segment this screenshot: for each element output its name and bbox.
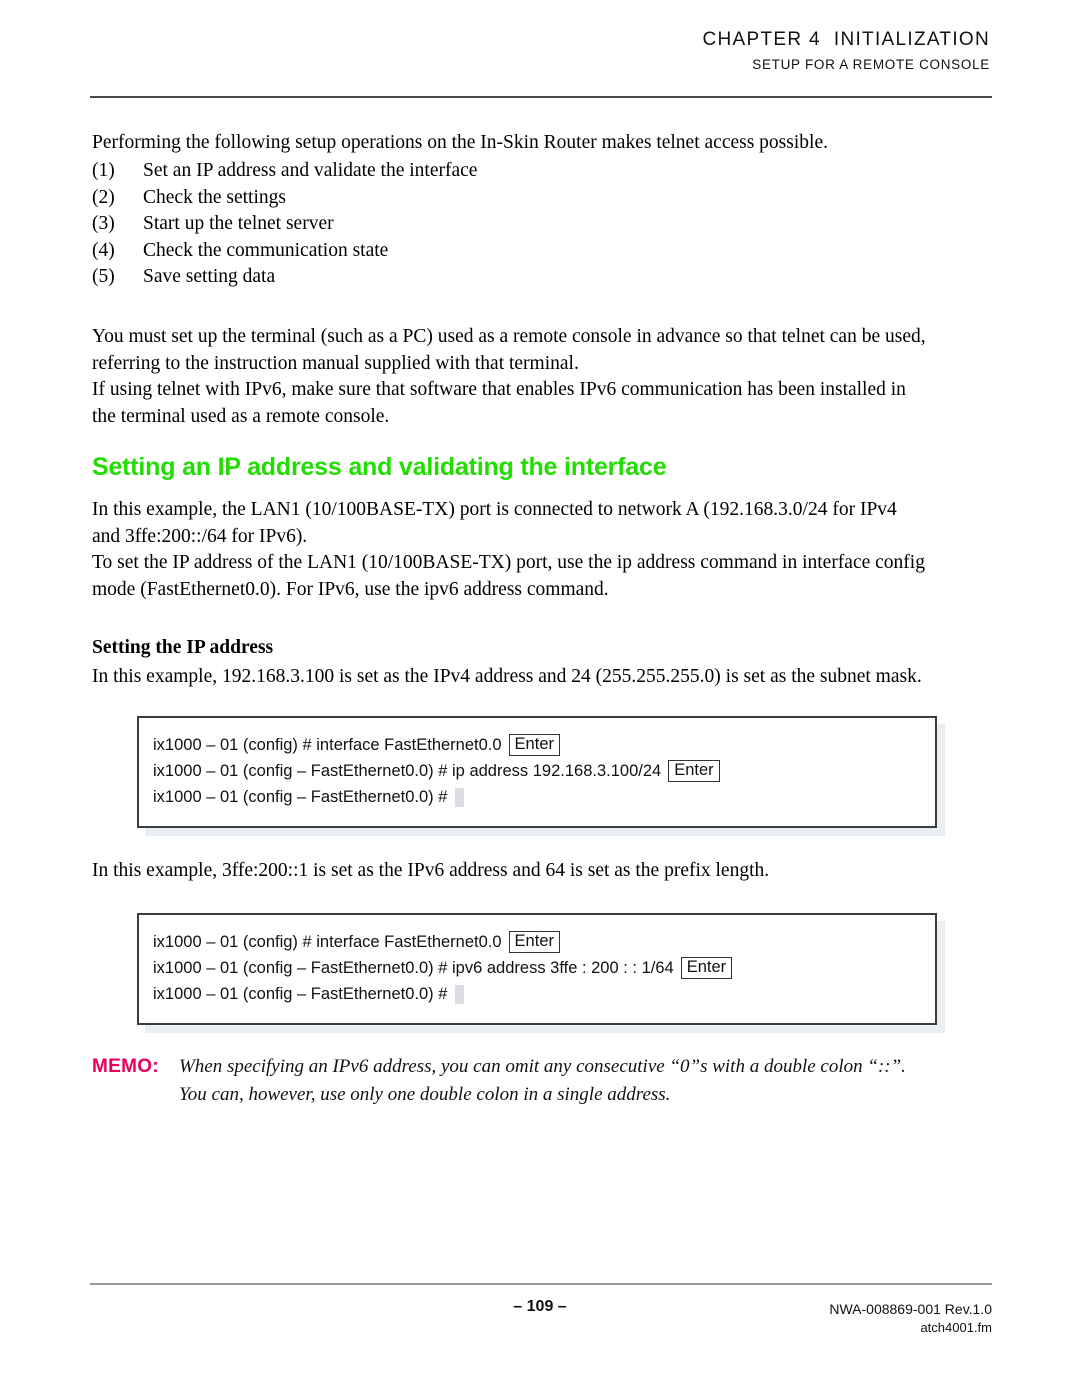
console-line: ix1000 – 01 (config) # interface FastEth… (153, 732, 935, 758)
console-prompt-text: ix1000 – 01 (config – FastEthernet0.0) # (153, 985, 448, 1003)
terminal-setup-paragraph: You must set up the terminal (such as a … (92, 324, 992, 430)
console-prompt-text: ix1000 – 01 (config) # interface FastEth… (153, 736, 502, 754)
ipv4-console-block: ix1000 – 01 (config) # interface FastEth… (137, 716, 945, 836)
ipv6-console-block: ix1000 – 01 (config) # interface FastEth… (137, 913, 945, 1033)
header-chapter-label: CHAPTER 4 (702, 29, 821, 50)
ipv6-address-description-text: In this example, 3ffe:200::1 is set as t… (92, 860, 770, 881)
footer-document-number: NWA-008869-001 Rev.1.0 (829, 1301, 992, 1317)
console-line: ix1000 – 01 (config) # interface FastEth… (153, 929, 935, 955)
list-item-number: (4) (92, 239, 115, 261)
memo-label: MEMO: (92, 1056, 159, 1077)
header-chapter-title: INITIALIZATION (833, 29, 990, 50)
console-prompt-text: ix1000 – 01 (config – FastEthernet0.0) #… (153, 959, 674, 977)
console-line: ix1000 – 01 (config – FastEthernet0.0) #… (153, 758, 935, 784)
ip-address-description-text: In this example, 192.168.3.100 is set as… (92, 666, 922, 687)
intro-paragraph: Performing the following setup operation… (92, 130, 992, 157)
header-chapter-line: CHAPTER 4 INITIALIZATION (0, 30, 990, 49)
list-item-label: Set an IP address and validate the inter… (143, 160, 478, 181)
section-example-paragraph: In this example, the LAN1 (10/100BASE-TX… (92, 497, 992, 603)
page-header: CHAPTER 4 INITIALIZATION SETUP FOR A REMO… (0, 30, 1080, 72)
list-item-number: (3) (92, 213, 115, 234)
list-item: (1) Set an IP address and validate the i… (92, 158, 992, 185)
enter-key-button[interactable]: Enter (668, 760, 720, 782)
memo-callout: MEMO: When specifying an IPv6 address, y… (92, 1053, 992, 1109)
intro-lead-text: Performing the following setup operation… (92, 132, 828, 153)
enter-key-button[interactable]: Enter (508, 931, 560, 953)
ip-address-description: In this example, 192.168.3.100 is set as… (92, 664, 992, 691)
list-item-label: Start up the telnet server (143, 213, 334, 234)
list-item-label: Check the communication state (143, 239, 389, 261)
list-item: (3) Start up the telnet server (92, 211, 992, 238)
memo-body: When specifying an IPv6 address, you can… (179, 1053, 906, 1109)
setup-steps-list: (1) Set an IP address and validate the i… (92, 158, 992, 291)
terminal-setup-line-2: referring to the instruction manual supp… (92, 352, 579, 374)
enter-key-button[interactable]: Enter (680, 957, 733, 979)
list-item: (4) Check the communication state (92, 238, 992, 265)
ipv6-address-description: In this example, 3ffe:200::1 is set as t… (92, 858, 992, 885)
list-item-number: (5) (92, 266, 115, 287)
section-example-line-1: In this example, the LAN1 (10/100BASE-TX… (92, 499, 897, 520)
console-line: ix1000 – 01 (config – FastEthernet0.0) #… (153, 955, 935, 981)
console-line: ix1000 – 01 (config – FastEthernet0.0) # (153, 981, 935, 1007)
ipv4-console-box: ix1000 – 01 (config) # interface FastEth… (137, 716, 937, 828)
ipv6-software-line-2: the terminal used as a remote console. (92, 405, 390, 427)
console-prompt-text: ix1000 – 01 (config – FastEthernet0.0) # (153, 788, 448, 806)
list-item-label: Save setting data (143, 266, 276, 287)
section-command-line-2: mode (FastEthernet0.0). For IPv6, use th… (92, 578, 609, 600)
footer-file-name: atch4001.fm (920, 1320, 992, 1335)
header-divider (90, 96, 992, 98)
section-command-line-1: To set the IP address of the LAN1 (10/10… (92, 552, 925, 573)
footer-metadata: NWA-008869-001 Rev.1.0 atch4001.fm (829, 1300, 992, 1337)
list-item: (2) Check the settings (92, 185, 992, 212)
terminal-cursor (455, 984, 465, 1004)
ip-address-subheading: Setting the IP address (92, 637, 274, 658)
ipv6-console-box: ix1000 – 01 (config) # interface FastEth… (137, 913, 937, 1025)
console-line: ix1000 – 01 (config – FastEthernet0.0) # (153, 784, 935, 810)
memo-line-2: You can, however, use only one double co… (178, 1084, 671, 1105)
document-page: CHAPTER 4 INITIALIZATION SETUP FOR A REMO… (0, 0, 1080, 1397)
ipv6-software-line-1: If using telnet with IPv6, make sure tha… (92, 379, 906, 400)
header-subtitle: SETUP FOR A REMOTE CONSOLE (752, 57, 990, 72)
list-item-number: (2) (92, 186, 115, 208)
terminal-setup-line-1: You must set up the terminal (such as a … (92, 326, 926, 347)
enter-key-button[interactable]: Enter (508, 734, 560, 756)
footer-divider (90, 1283, 992, 1285)
memo-line-1: When specifying an IPv6 address, you can… (178, 1056, 906, 1077)
terminal-cursor (455, 787, 465, 807)
list-item: (5) Save setting data (92, 264, 992, 291)
list-item-label: Check the settings (143, 186, 286, 208)
console-prompt-text: ix1000 – 01 (config – FastEthernet0.0) #… (153, 762, 662, 780)
list-item-number: (1) (92, 160, 115, 181)
section-heading: Setting an IP address and validating the… (92, 453, 667, 481)
section-example-line-2: and 3ffe:200::/64 for IPv6). (92, 525, 308, 547)
console-prompt-text: ix1000 – 01 (config) # interface FastEth… (153, 933, 502, 951)
